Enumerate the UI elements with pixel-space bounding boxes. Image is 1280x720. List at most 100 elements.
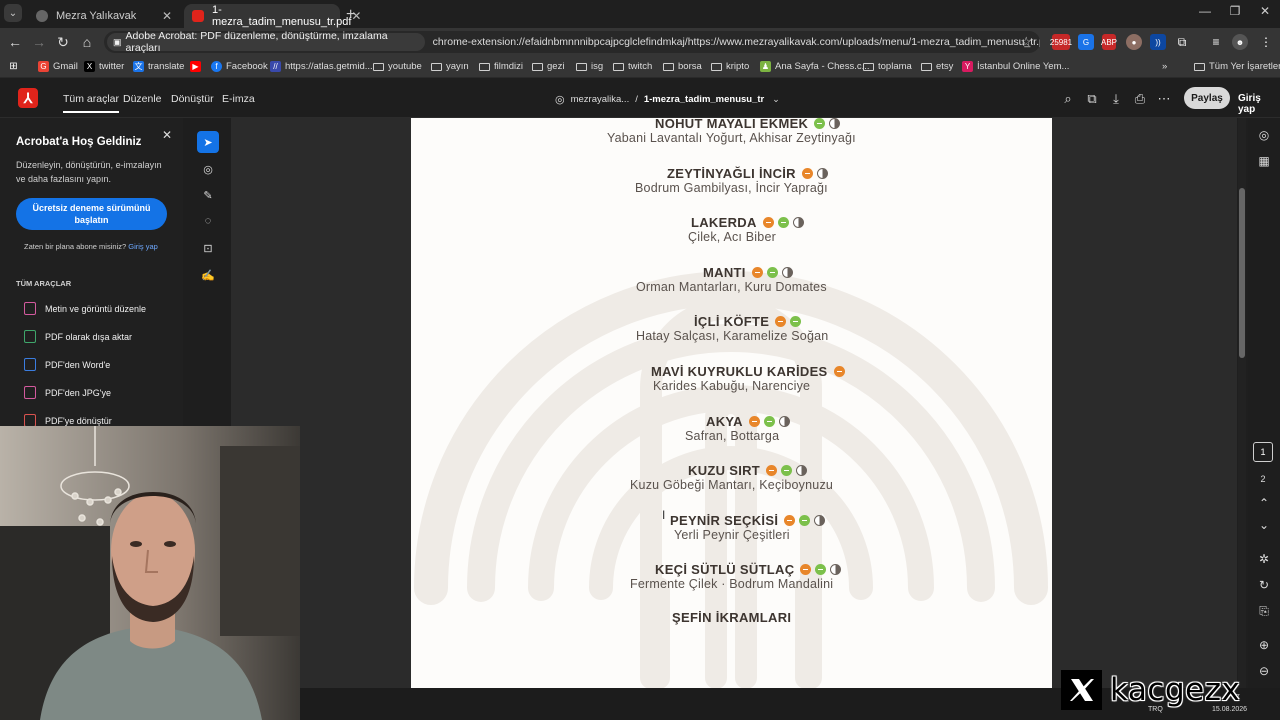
pdf-page[interactable]: ŞEFİN İKRAMLARI NOHUT MAYALI EKMEK Yabani… [411,118,1052,688]
more-options-icon[interactable]: ⋯ [1156,91,1172,107]
bookmark-label: Facebook [226,61,268,72]
rotate-icon[interactable]: ↻ [1256,578,1272,592]
bookmark-yemeksepeti[interactable]: Y İstanbul Online Yem... [962,61,1069,72]
chevron-down-icon[interactable]: ⌄ [1256,518,1272,532]
tool-label: PDF'ye dönüştür [45,415,112,426]
extension-badge[interactable]: 25981 [1050,34,1072,50]
browser-toolbar: ← → ↻ ⌂ ▣ Adobe Acrobat: PDF düzenleme, … [0,28,1280,56]
login-link[interactable]: Giriş yap [1238,93,1280,115]
text-box-icon[interactable]: ⊡ [197,237,219,259]
bookmark-gmail[interactable]: G Gmail [38,61,78,72]
thumbnails-icon[interactable]: ▦ [1256,154,1272,168]
scrollbar-thumb[interactable] [1239,188,1245,358]
bookmark-folder-twitch[interactable]: twitch [613,61,652,72]
chevron-up-icon[interactable]: ⌃ [1256,496,1272,510]
extensions-puzzle-icon[interactable]: ⧉ [1174,34,1190,50]
bookmark-folder-isg[interactable]: isg [576,61,603,72]
more-menu-icon[interactable]: ⋮ [1258,34,1274,50]
bookmark-label: translate [148,61,185,72]
highlight-pen-icon[interactable]: ✎ [197,184,219,206]
maximize-button[interactable]: ❐ [1220,4,1250,18]
bookmark-chess[interactable]: ♟ Ana Sayfa - Chess.c... [760,61,870,72]
bookmark-youtube-red[interactable]: ▶ [190,61,205,72]
bookmark-twitter[interactable]: Xtwitter [84,61,124,72]
home-icon[interactable]: ⌂ [78,34,96,50]
webcam-overlay [0,426,300,720]
site-info-chip[interactable]: ▣ Adobe Acrobat: PDF düzenleme, dönüştür… [107,30,425,54]
bookmark-folder-filmdizi[interactable]: filmdizi [479,61,523,72]
dish-description: Karides Kabuğu, Narenciye [653,379,811,393]
share-button[interactable]: Paylaş [1184,87,1230,109]
vegetarian-tag-icon [790,316,801,327]
reload-icon[interactable]: ↻ [54,34,72,51]
back-icon[interactable]: ← [6,34,24,50]
close-window-button[interactable]: ✕ [1250,4,1280,18]
tool-pdf-to-word[interactable]: PDF'den Word'e [24,358,110,371]
translate-extension-icon[interactable]: G [1078,34,1094,50]
close-icon[interactable]: ✕ [162,9,172,23]
dietary-tags [775,316,801,327]
tab-pdf[interactable]: 1-mezra_tadim_menusu_tr.pdf ✕ [184,4,361,28]
half-moon-tag-icon [796,465,807,476]
free-trial-button[interactable]: Ücretsiz deneme sürümünü başlatın [16,198,167,230]
address-bar[interactable]: ▣ Adobe Acrobat: PDF düzenleme, dönüştür… [104,30,1040,54]
profile-avatar[interactable]: ☻ [1232,34,1248,50]
accessibility-icon[interactable]: ✲ [1256,552,1272,566]
page-view-icon[interactable]: ⧉ [1084,91,1100,107]
bookmark-folder-toplama[interactable]: toplama [863,61,912,72]
bookmark-folder-youtube[interactable]: youtube [373,61,422,72]
url-text[interactable]: chrome-extension://efaidnbmnnnibpcajpcgl… [433,36,1040,48]
tool-export-pdf[interactable]: PDF olarak dışa aktar [24,330,132,343]
tool-edit-text-image[interactable]: Metin ve görüntü düzenle [24,302,146,315]
cookie-extension-icon[interactable]: ● [1126,34,1142,50]
bookmark-translate[interactable]: 文 translate [133,61,184,72]
tool-pdf-to-jpg[interactable]: PDF'den JPG'ye [24,386,111,399]
folder-icon [373,62,384,71]
comment-icon[interactable]: ◎ [197,158,219,180]
new-tab-button[interactable]: + [346,6,355,24]
search-icon[interactable]: ⌕ [1060,91,1076,107]
vertical-scrollbar[interactable] [1238,118,1246,688]
zoom-out-icon[interactable]: ⊖ [1256,664,1272,678]
menu-convert[interactable]: Dönüştür [171,93,214,105]
acrobat-logo[interactable]: ⅄ [18,88,38,108]
menu-all-tools[interactable]: Tüm araçlar [63,93,120,113]
bookmark-folder-borsa[interactable]: borsa [663,61,702,72]
select-cursor-icon[interactable]: ➤ [197,131,219,153]
spicy-tag-icon [766,465,777,476]
tab-mezra[interactable]: Mezra Yalıkavak ✕ [28,4,180,28]
forward-icon[interactable]: → [30,34,48,50]
dish-description: Orman Mantarları, Kuru Domates [636,280,827,294]
bookmark-folder-kripto[interactable]: kripto [711,61,749,72]
menu-edit[interactable]: Düzenle [123,93,162,105]
tools-heading: TÜM ARAÇLAR [16,279,72,288]
subscriber-login-link[interactable]: Giriş yap [128,242,158,251]
bookmark-facebook[interactable]: f Facebook [211,61,268,72]
lasso-draw-icon[interactable]: ◌ [197,210,219,232]
print-icon[interactable]: ⎙ [1132,91,1148,107]
chevron-down-icon[interactable]: ⌄ [772,94,780,105]
bookmark-folder-gezi[interactable]: gezi [532,61,564,72]
sign-icon[interactable]: ✍ [197,264,219,286]
page-2-indicator[interactable]: 2 [1253,474,1273,484]
apps-grid-icon[interactable]: ⊞ [8,61,23,72]
zoom-in-icon[interactable]: ⊕ [1256,638,1272,652]
abp-extension-icon[interactable]: ABP [1101,34,1117,50]
save-page-icon[interactable]: ⎘ [1256,604,1272,619]
minimize-button[interactable]: — [1190,4,1220,18]
bookmark-star-icon[interactable]: ☆ [1020,34,1032,50]
bookmark-atlas[interactable]: // https://atlas.getmid... [270,61,373,72]
tab-search-button[interactable]: ⌄ [4,4,22,22]
bookmark-folder-yayin[interactable]: yayın [431,61,469,72]
bookmarks-overflow[interactable]: » [1162,61,1167,72]
chat-assistant-icon[interactable]: ◎ [1256,128,1272,142]
close-icon[interactable]: ✕ [162,128,172,142]
reading-list-icon[interactable]: ≡ [1208,34,1224,50]
bookmark-folder-etsy[interactable]: etsy [921,61,953,72]
document-title[interactable]: ◎ mezrayalika... / 1-mezra_tadim_menusu_… [555,93,780,106]
page-1-indicator[interactable]: 1 [1253,442,1273,462]
wifi-extension-icon[interactable]: )) [1150,34,1166,50]
download-icon[interactable]: ⤓ [1108,91,1124,107]
menu-esign[interactable]: E-imza [222,93,255,105]
bookmark-all[interactable]: Tüm Yer İşaretleri [1194,61,1280,72]
